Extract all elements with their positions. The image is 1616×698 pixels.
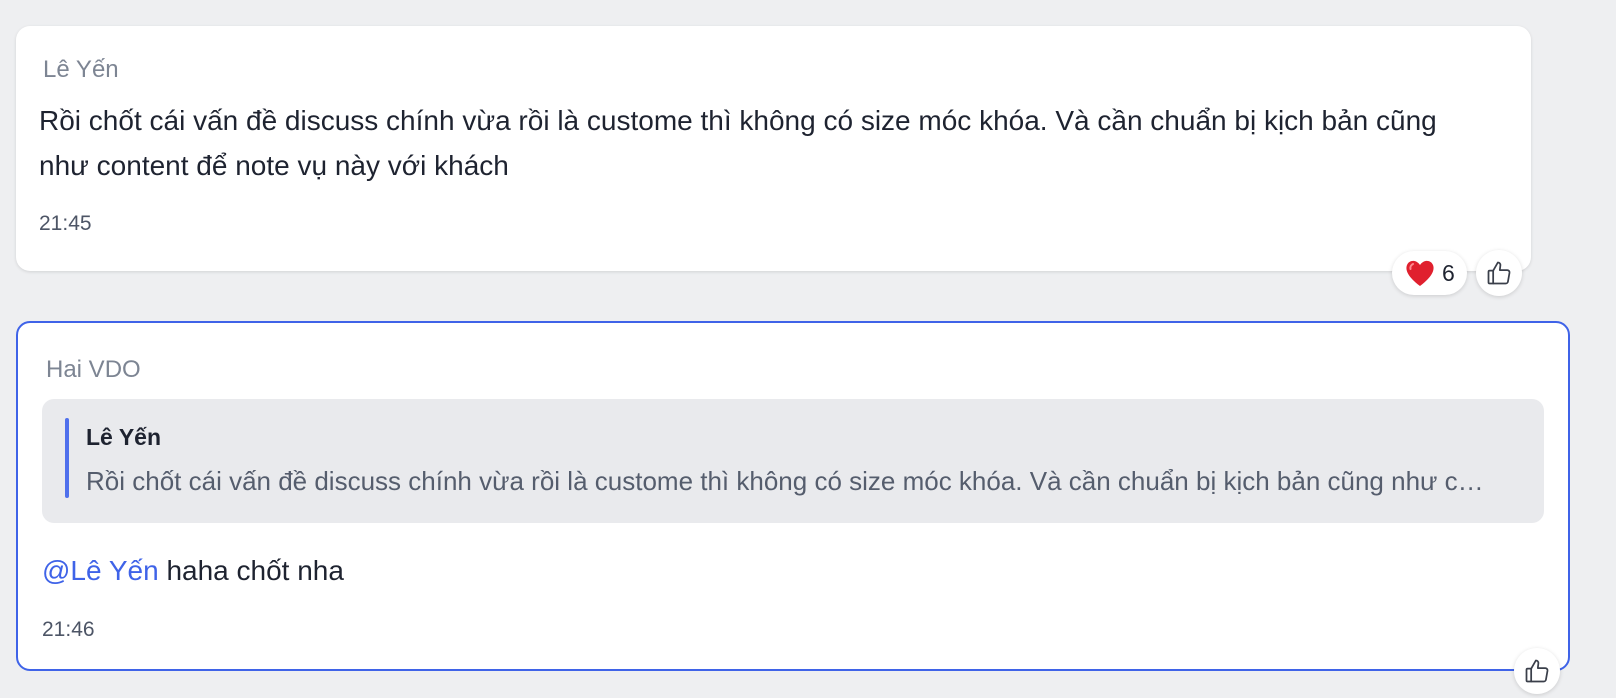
sender-name: Hai VDO	[46, 356, 141, 383]
like-button[interactable]	[1514, 648, 1560, 694]
reaction-heart-button[interactable]: 6	[1392, 251, 1467, 295]
quote-bar	[65, 418, 69, 498]
mention-link[interactable]: @Lê Yến	[42, 555, 159, 586]
like-button[interactable]	[1476, 250, 1522, 296]
message-text: @Lê Yến haha chốt nha	[42, 548, 344, 593]
quote-text: Rồi chốt cái vấn đề discuss chính vừa rồ…	[86, 466, 1496, 496]
reaction-count: 6	[1442, 259, 1455, 286]
message-time: 21:46	[42, 618, 95, 641]
reply-quote[interactable]: Lê Yến Rồi chốt cái vấn đề discuss chính…	[42, 399, 1544, 523]
message-time: 21:45	[39, 212, 92, 235]
message-text-content: haha chốt nha	[158, 555, 344, 586]
message-text: Rồi chốt cái vấn đề discuss chính vừa rồ…	[39, 105, 1437, 181]
quote-author: Lê Yến	[86, 424, 161, 450]
sender-name: Lê Yến	[43, 56, 119, 83]
thumbs-up-icon	[1485, 259, 1513, 287]
heart-icon	[1404, 258, 1436, 288]
thumbs-up-icon	[1523, 657, 1551, 685]
message-bubble-selected[interactable]: Hai VDO Lê Yến Rồi chốt cái vấn đề discu…	[16, 321, 1570, 671]
message-bubble[interactable]: Lê Yến Rồi chốt cái vấn đề discuss chính…	[16, 26, 1531, 271]
